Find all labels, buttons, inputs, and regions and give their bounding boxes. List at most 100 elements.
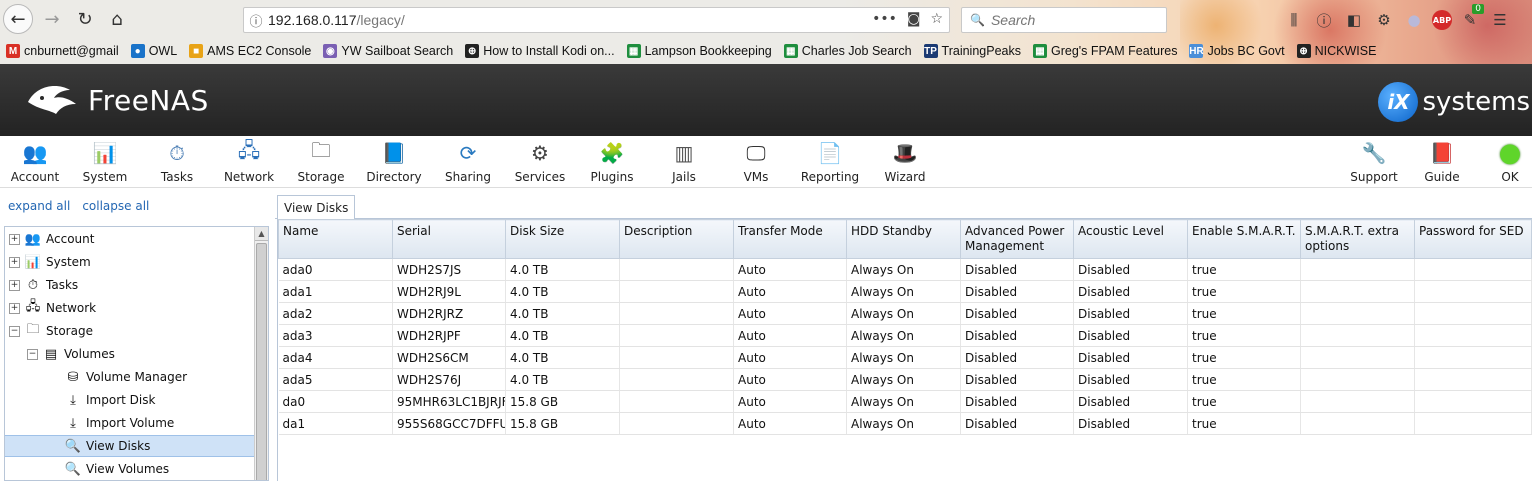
toolbar-tasks-button[interactable]: ⏱ Tasks (142, 140, 212, 184)
url-bar[interactable]: ⓘ 192.168.0.117/legacy/ ••• ◙ ☆ (243, 7, 950, 33)
forward-button[interactable]: → (37, 4, 67, 34)
expand-icon[interactable]: + (9, 256, 20, 268)
menu-hamburger-icon[interactable]: ☰ (1488, 8, 1512, 32)
bookmark-star-icon[interactable]: ☆ (930, 11, 943, 27)
extension-badge-icon[interactable]: ✎ 0 (1458, 4, 1484, 32)
toolbar-guide-button[interactable]: 📕 Guide (1407, 140, 1477, 184)
info-icon[interactable]: ⓘ (244, 11, 268, 30)
toolbar-account-button[interactable]: 👥 Account (0, 140, 70, 184)
table-row[interactable]: ada1 WDH2RJ9L 4.0 TB Auto Always On Disabled D… (278, 280, 1532, 303)
toolbar-plugins-button[interactable]: 🧩 Plugins (577, 140, 647, 184)
bookmark-item[interactable]: TP TrainingPeaks (923, 44, 1021, 58)
tree-item-storage[interactable]: − 🗀 Storage (5, 320, 255, 342)
bookmark-item[interactable]: ● OWL (130, 44, 177, 58)
tree-item-label: Volumes (64, 347, 115, 361)
expand-icon[interactable]: + (9, 302, 20, 314)
sidebar-icon[interactable]: ◧ (1342, 8, 1366, 32)
arrow-right-icon: → (44, 8, 60, 30)
toolbar-ok-button[interactable]: ● OK (1475, 138, 1532, 184)
table-row[interactable]: ada5 WDH2S76J 4.0 TB Auto Always On Disabled D… (278, 368, 1532, 391)
column-header[interactable]: HDD Standby (846, 219, 961, 259)
library-icon[interactable]: ⫼ (1282, 8, 1306, 32)
tree-item-tasks[interactable]: + ⏱ Tasks (5, 274, 255, 296)
bookmark-item[interactable]: ■ AMS EC2 Console (189, 44, 311, 58)
bookmark-item[interactable]: HR Jobs BC Govt (1189, 44, 1285, 58)
page-actions-icon[interactable]: ••• (872, 11, 897, 27)
toolbar-reporting-button[interactable]: 📄 Reporting (795, 140, 865, 184)
table-cell: WDH2RJRZ (392, 302, 506, 325)
tree-scrollbar[interactable]: ▲ (254, 227, 268, 480)
table-row[interactable]: da1 955S68GCC7DFFUI 15.8 GB Auto Always On Di… (278, 412, 1532, 435)
url-text[interactable]: 192.168.0.117/legacy/ (268, 12, 405, 28)
table-row[interactable]: ada3 WDH2RJPF 4.0 TB Auto Always On Disabled D… (278, 324, 1532, 347)
column-header[interactable]: Serial (392, 219, 506, 259)
column-header[interactable]: Advanced Power Management (960, 219, 1074, 259)
table-row[interactable]: da0 95MHR63LC1BJRJFI 15.8 GB Auto Always On D… (278, 390, 1532, 413)
toolbar-wizard-button[interactable]: 🎩 Wizard (870, 140, 940, 184)
table-cell: Auto (733, 368, 847, 391)
tree-item-network[interactable]: + 🖧 Network (5, 297, 255, 319)
search-box[interactable]: 🔍 (961, 7, 1167, 33)
table-cell: Auto (733, 302, 847, 325)
column-header[interactable]: Enable S.M.A.R.T. (1187, 219, 1301, 259)
column-header[interactable]: Description (619, 219, 734, 259)
bookmark-item[interactable]: Mcnburnett@gmail (6, 44, 119, 58)
bookmark-item[interactable]: ▦ Lampson Bookkeeping (626, 44, 772, 58)
toolbar-network-button[interactable]: 🖧 Network (214, 138, 284, 184)
tree-item-volumes[interactable]: − ▤ Volumes (5, 343, 255, 365)
extension-circle-icon[interactable]: ● (1402, 8, 1426, 32)
bookmark-item[interactable]: ⊕ NICKWISE (1296, 44, 1376, 58)
tree-item-import-volume[interactable]: ⤓ Import Volume (5, 412, 255, 434)
bookmark-item[interactable]: ▦ Charles Job Search (783, 44, 912, 58)
bookmark-item[interactable]: ⊕ How to Install Kodi on... (465, 44, 615, 58)
import-volume-icon: ⤓ (70, 415, 76, 431)
tree-item-account[interactable]: + 👥 Account (5, 228, 255, 250)
column-header[interactable]: Name (278, 219, 393, 259)
table-cell: WDH2RJPF (392, 324, 506, 347)
column-header[interactable]: Transfer Mode (733, 219, 847, 259)
column-header[interactable]: S.M.A.R.T. extra options (1300, 219, 1415, 259)
extension-info-icon[interactable]: ⓘ (1312, 8, 1336, 32)
table-row[interactable]: ada2 WDH2RJRZ 4.0 TB Auto Always On Disabled D… (278, 302, 1532, 325)
table-row[interactable]: ada4 WDH2S6CM 4.0 TB Auto Always On Disabled D… (278, 346, 1532, 369)
expand-icon[interactable]: + (9, 233, 20, 245)
column-header[interactable]: Disk Size (505, 219, 620, 259)
table-row[interactable]: ada0 WDH2S7JS 4.0 TB Auto Always On Disabled D… (278, 258, 1532, 281)
adblock-plus-icon[interactable]: ABP (1432, 10, 1452, 30)
bookmark-item[interactable]: ▦ Greg's FPAM Features (1032, 44, 1177, 58)
table-cell: ada1 (278, 280, 393, 303)
tree-item-view-disks[interactable]: 🔍 View Disks (5, 435, 255, 457)
toolbar-support-button[interactable]: 🔧 Support (1339, 140, 1409, 184)
freenas-logo[interactable]: FreeNAS (26, 80, 209, 120)
toolbar-system-button[interactable]: 📊 System (70, 140, 140, 184)
tree-item-volume-manager[interactable]: ⛁ Volume Manager (5, 366, 255, 388)
toolbar-jails-button[interactable]: ▥ Jails (649, 140, 719, 184)
tree-item-system[interactable]: + 📊 System (5, 251, 255, 273)
column-header[interactable]: Password for SED (1414, 219, 1532, 259)
tree-item-view-volumes[interactable]: 🔍 View Volumes (5, 458, 255, 480)
settings-gear-icon[interactable]: ⚙ (1372, 8, 1396, 32)
toolbar-storage-button[interactable]: 🗀 Storage (286, 138, 356, 184)
back-button[interactable]: ← (3, 4, 33, 34)
scroll-thumb[interactable] (256, 243, 267, 480)
toolbar-vms-button[interactable]: 🖵 VMs (721, 140, 791, 184)
expand-all-link[interactable]: expand all (8, 199, 70, 213)
reload-button[interactable]: ↻ (70, 4, 100, 34)
table-cell: WDH2S76J (392, 368, 506, 391)
collapse-icon[interactable]: − (27, 348, 38, 360)
tree-item-import-disk[interactable]: ⤓ Import Disk (5, 389, 255, 411)
collapse-all-link[interactable]: collapse all (82, 199, 149, 213)
home-button[interactable]: ⌂ (102, 4, 132, 34)
toolbar-services-button[interactable]: ⚙ Services (505, 140, 575, 184)
pocket-icon[interactable]: ◙ (907, 11, 921, 27)
collapse-icon[interactable]: − (9, 325, 20, 337)
ixsystems-logo[interactable]: iX systems (1378, 82, 1530, 122)
toolbar-directory-button[interactable]: 📘 Directory (359, 140, 429, 184)
column-header[interactable]: Acoustic Level (1073, 219, 1188, 259)
scroll-up-icon[interactable]: ▲ (255, 227, 268, 241)
expand-icon[interactable]: + (9, 279, 20, 291)
search-input[interactable] (990, 12, 1161, 28)
bookmark-item[interactable]: ◉ YW Sailboat Search (323, 44, 453, 58)
tab-view-disks[interactable]: View Disks (277, 195, 356, 220)
toolbar-sharing-button[interactable]: ⟳ Sharing (433, 140, 503, 184)
